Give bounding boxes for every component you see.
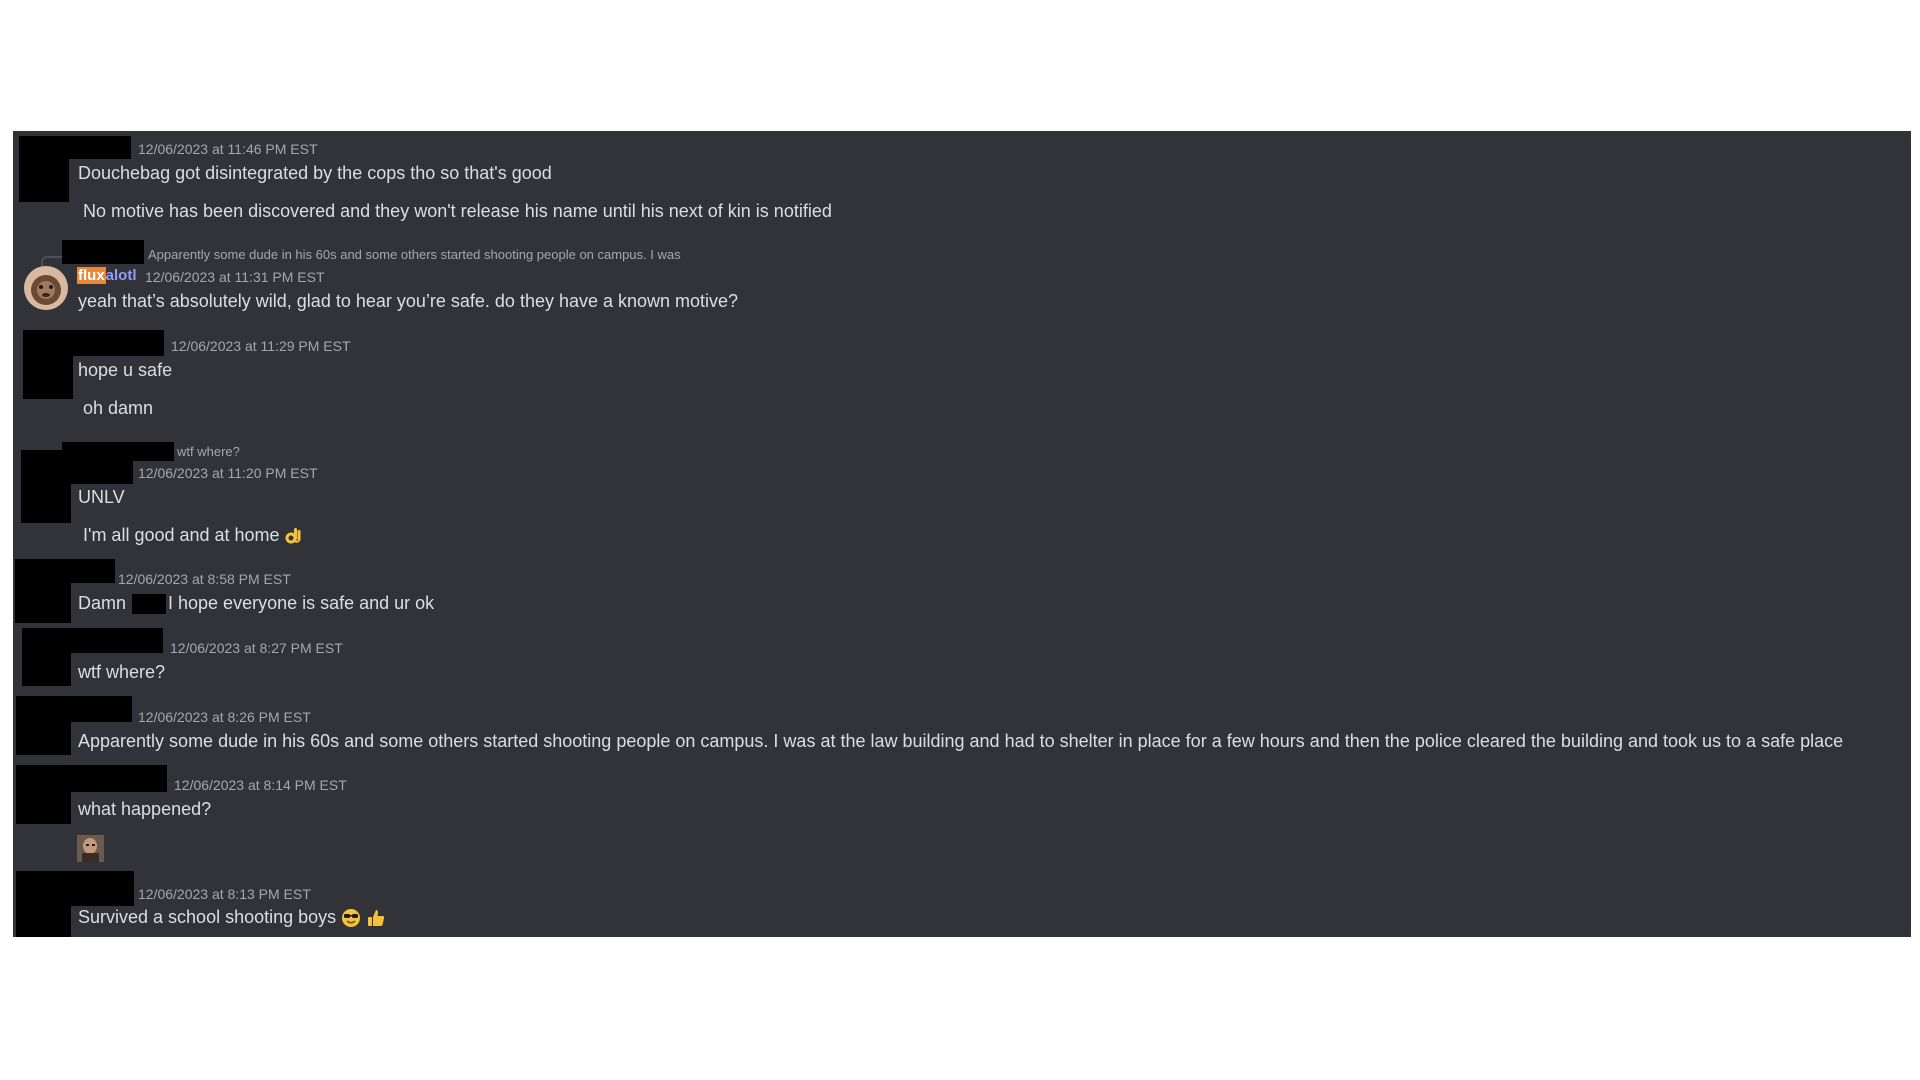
message-timestamp: 12/06/2023 at 11:31 PM EST	[145, 269, 325, 285]
message-text-span: I hope everyone is safe and ur ok	[168, 593, 435, 613]
message-timestamp: 12/06/2023 at 11:29 PM EST	[171, 338, 351, 354]
attachment-thumbnail	[77, 835, 104, 862]
avatar[interactable]	[24, 266, 68, 310]
redacted-username	[53, 696, 132, 722]
redacted-mention	[132, 594, 167, 615]
message-timestamp: 12/06/2023 at 11:20 PM EST	[138, 465, 318, 481]
thumbs-up-emoji	[368, 910, 385, 927]
reply-preview[interactable]: Apparently some dude in his 60s and some…	[148, 247, 681, 262]
redacted-username	[53, 460, 133, 484]
message-text-span: Damn	[78, 593, 127, 613]
chat-message-list: 12/06/2023 at 11:46 PM EST Douchebag got…	[13, 131, 1911, 937]
reply-preview[interactable]: wtf where?	[177, 444, 240, 459]
redacted-username	[53, 628, 163, 653]
username-part: alotl	[105, 267, 137, 284]
redacted-username	[53, 330, 164, 356]
message-timestamp: 12/06/2023 at 8:14 PM EST	[174, 777, 347, 793]
message-text: what happened?	[78, 799, 212, 819]
username-part: flux	[77, 267, 106, 284]
message-timestamp: 12/06/2023 at 8:27 PM EST	[170, 640, 343, 656]
message-timestamp: 12/06/2023 at 8:13 PM EST	[138, 886, 311, 902]
username[interactable]: fluxalotl	[77, 267, 137, 284]
redacted-username	[53, 136, 131, 159]
redacted-username	[53, 559, 115, 583]
message-text-span: Survived a school shooting boys	[78, 907, 337, 927]
message-timestamp: 12/06/2023 at 8:26 PM EST	[138, 709, 311, 725]
redacted-username	[53, 871, 134, 906]
redacted-reply-username	[62, 442, 174, 461]
sunglasses-emoji	[342, 909, 361, 928]
image-attachment[interactable]	[77, 835, 104, 862]
message-text: Survived a school shooting boys	[78, 907, 386, 928]
ok-hand-emoji	[285, 528, 301, 544]
message-text: No motive has been discovered and they w…	[83, 201, 832, 221]
message-timestamp: 12/06/2023 at 11:46 PM EST	[138, 141, 318, 157]
message-timestamp: 12/06/2023 at 8:58 PM EST	[118, 571, 291, 587]
message-text: Damn I hope everyone is safe and ur ok	[78, 593, 435, 615]
message-text: Douchebag got disintegrated by the cops …	[78, 163, 552, 183]
message-text: UNLV	[78, 487, 125, 507]
message-text-span: I'm all good and at home	[83, 525, 280, 545]
message-text: I'm all good and at home	[83, 525, 303, 546]
message-text: yeah that’s absolutely wild, glad to hea…	[78, 291, 739, 311]
message-text: oh damn	[83, 398, 154, 418]
redacted-reply-username	[62, 240, 144, 264]
message-text: hope u safe	[78, 360, 173, 380]
avatar-image	[24, 266, 68, 310]
message-text: Apparently some dude in his 60s and some…	[78, 731, 1844, 751]
message-text: wtf where?	[78, 662, 166, 682]
redacted-username	[53, 765, 167, 792]
